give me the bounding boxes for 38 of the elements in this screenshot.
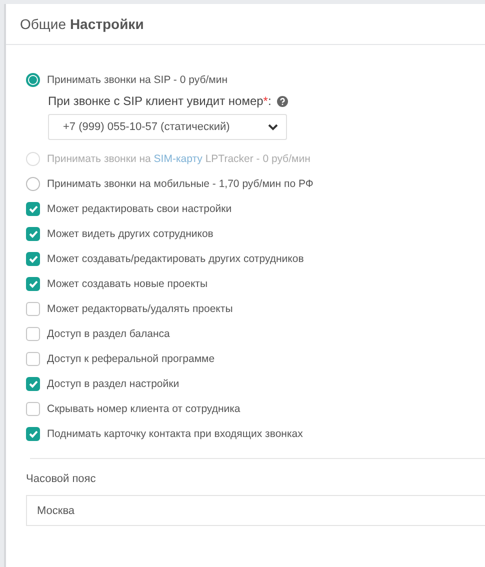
checkbox[interactable] [26, 202, 40, 216]
checkbox-label: Скрывать номер клиента от сотрудника [47, 402, 240, 414]
checkbox[interactable] [26, 352, 40, 366]
checkbox-label: Может видеть других сотрудников [47, 228, 214, 240]
timezone-field[interactable]: Москва [26, 495, 485, 526]
checkbox[interactable] [26, 302, 40, 316]
checkbox[interactable] [26, 326, 40, 340]
check-icon [28, 280, 38, 288]
check-icon [28, 254, 38, 262]
check-icon [28, 380, 38, 388]
checkbox-label: Может редактировать свои настройки [47, 202, 232, 214]
check-icon [28, 230, 38, 238]
chevron-down-icon [268, 124, 278, 130]
checkbox[interactable] [26, 252, 40, 266]
radio-button[interactable] [26, 176, 40, 190]
number-select[interactable]: +7 (999) 055-10-57 (статический) [48, 114, 287, 140]
check-icon [28, 430, 38, 438]
checkbox-label: Может создавать/редактировать других сотрудников [47, 252, 304, 264]
caller-id-label: При звонке с SIP клиент увидит номер*: [48, 94, 272, 108]
checkbox[interactable] [26, 402, 40, 416]
radio-label: Принимать звонки на мобильные - 1,70 руб/мин по РФ [47, 178, 314, 190]
checkbox-label: Может редакторвать/удалять проекты [47, 302, 233, 314]
checkbox-label: Поднимать карточку контакта при входящих звонках [47, 428, 303, 440]
help-icon[interactable] [277, 96, 288, 106]
checkbox-label: Доступ в раздел настройки [47, 378, 180, 390]
check-icon [28, 204, 38, 212]
checkbox-label: Доступ к реферальной программе [47, 352, 215, 364]
panel-title: Общие Настройки [6, 4, 485, 45]
radio-label: Принимать звонки на SIM-карту LPTracker - 0 руб/мин [47, 152, 310, 164]
checkbox[interactable] [26, 276, 40, 290]
checkbox[interactable] [26, 226, 40, 240]
timezone-label: Часовой пояс [26, 473, 97, 485]
checkbox-label: Доступ в раздел баланса [47, 328, 170, 340]
radio-button[interactable] [26, 72, 40, 86]
radio-label: Принимать звонки на SIP - 0 руб/мин [47, 74, 228, 86]
checkbox-label: Может создавать новые проекты [47, 278, 208, 290]
checkbox[interactable] [26, 426, 40, 440]
checkbox[interactable] [26, 376, 40, 390]
